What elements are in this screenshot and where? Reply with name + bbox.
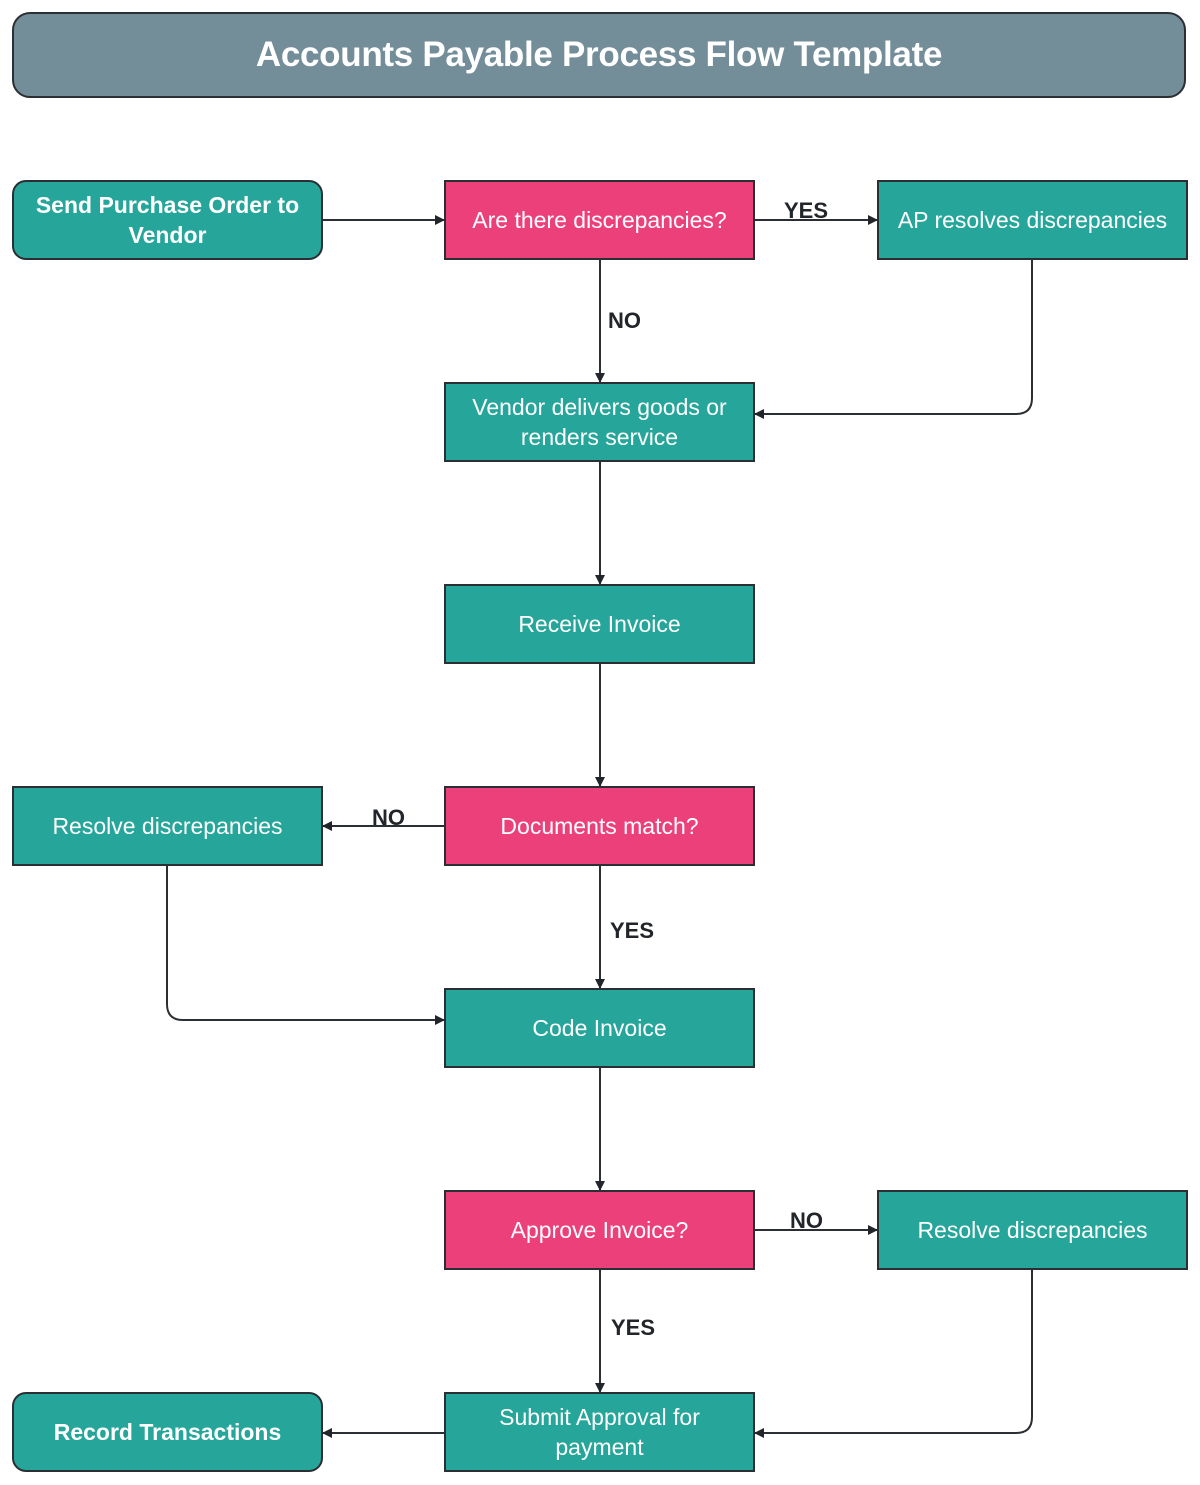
node-receive-invoice[interactable]: Receive Invoice (444, 584, 755, 664)
decision-approve-invoice[interactable]: Approve Invoice? (444, 1190, 755, 1270)
edge-label-no: NO (608, 308, 641, 333)
connector-ap-resolves-to-vendor-delivers (754, 260, 1033, 419)
node-ap-resolves-discrepancies[interactable]: AP resolves discrepancies (877, 180, 1188, 260)
node-vendor-delivers[interactable]: Vendor delivers goods or renders service (444, 382, 755, 462)
edge-label-yes: YES (610, 918, 655, 943)
node-resolve-discrepancies-left[interactable]: Resolve discrepancies (12, 786, 323, 866)
node-code-invoice[interactable]: Code Invoice (444, 988, 755, 1068)
node-record-transactions[interactable]: Record Transactions (12, 1392, 323, 1472)
connector-resolve-left-to-code-invoice (166, 866, 445, 1025)
node-resolve-discrepancies-right[interactable]: Resolve discrepancies (877, 1190, 1188, 1270)
edge-label-yes: YES (611, 1315, 656, 1340)
decision-are-there-discrepancies[interactable]: Are there discrepancies? (444, 180, 755, 260)
node-send-purchase-order[interactable]: Send Purchase Order to Vendor (12, 180, 323, 260)
edge-label-no: NO (372, 805, 405, 830)
decision-documents-match[interactable]: Documents match? (444, 786, 755, 866)
edge-label-yes: YES (784, 198, 829, 223)
node-submit-approval[interactable]: Submit Approval for payment (444, 1392, 755, 1472)
edge-label-no: NO (790, 1208, 823, 1233)
connector-resolve-right-to-submit-approval (754, 1270, 1033, 1438)
